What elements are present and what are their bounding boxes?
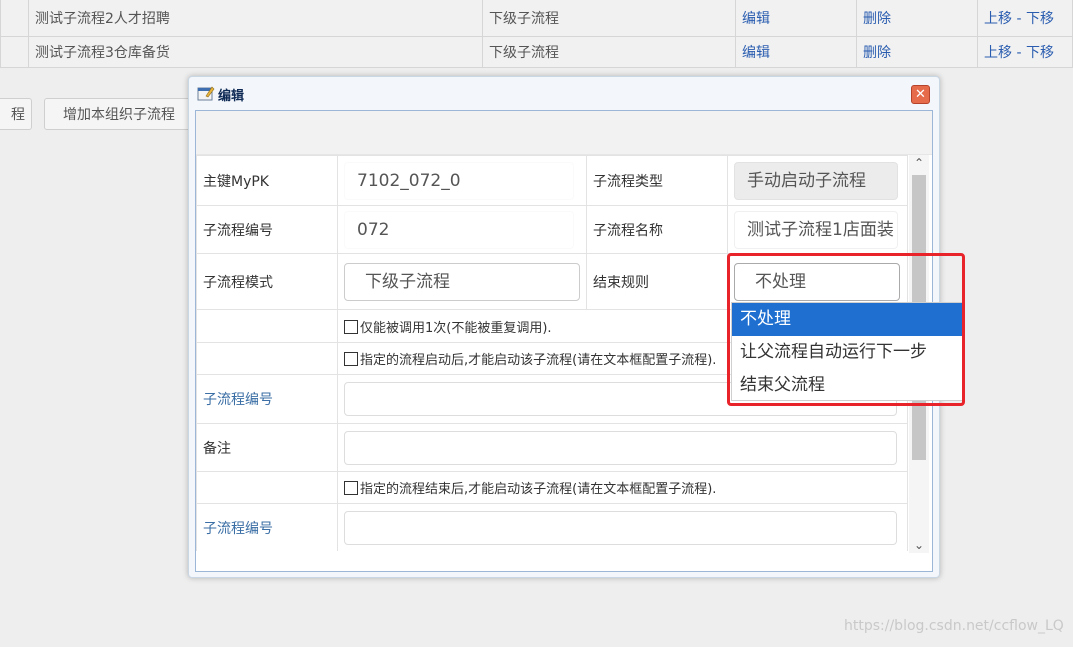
start-subflow-no-label: 子流程编号 — [196, 374, 338, 424]
row-name-cell: 测试子流程3仓库备货 — [28, 36, 483, 68]
row-index-cell — [0, 0, 29, 37]
empty-label — [196, 471, 338, 504]
mypk-field[interactable]: 7102_072_0 — [344, 161, 574, 200]
row-index-cell — [0, 36, 29, 68]
watermark: https://blog.csdn.net/ccflow_LQ — [844, 618, 1064, 634]
row-mode-cell: 下级子流程 — [482, 0, 736, 37]
add-org-subflow-button[interactable]: 增加本组织子流程 — [44, 98, 204, 130]
subflow-list-table: 测试子流程2人才招聘 下级子流程 编辑 删除 上移 - 下移 测试子流程3仓库备… — [0, 0, 1073, 68]
end-rule-dropdown-list: 不处理 让父流程自动运行下一步 结束父流程 — [731, 302, 963, 401]
form-row: 备注 — [196, 423, 908, 472]
end-subflow-no-label: 子流程编号 — [196, 503, 338, 551]
once-checkbox-label: 仅能被调用1次(不能被重复调用). — [360, 320, 552, 336]
row-mode-cell: 下级子流程 — [482, 36, 736, 68]
close-icon[interactable]: ✕ — [911, 85, 930, 104]
move-up-link[interactable]: 上移 — [984, 45, 1012, 61]
end-rule-label: 结束规则 — [586, 253, 728, 310]
empty-label — [196, 342, 338, 375]
form-row: 子流程编号 — [196, 503, 908, 551]
edit-link[interactable]: 编辑 — [735, 0, 857, 37]
subflow-no-field[interactable]: 072 — [344, 210, 574, 249]
subflow-mode-label: 子流程模式 — [196, 253, 338, 310]
form-row: 主键MyPK 7102_072_0 子流程类型 手动启动子流程 — [196, 155, 908, 206]
subflow-name-label: 子流程名称 — [586, 205, 728, 254]
end-rule-select[interactable]: 不处理 — [734, 262, 900, 301]
dialog-title: 编辑 — [218, 89, 245, 104]
move-down-link[interactable]: 下移 — [1026, 11, 1054, 27]
move-separator: - — [1016, 11, 1022, 27]
subflow-name-field[interactable]: 测试子流程1店面装 — [734, 210, 898, 249]
dropdown-option[interactable]: 结束父流程 — [732, 369, 962, 402]
dropdown-option[interactable]: 不处理 — [732, 303, 962, 336]
subflow-no-label: 子流程编号 — [196, 205, 338, 254]
edit-link[interactable]: 编辑 — [735, 36, 857, 68]
remark-input[interactable] — [344, 430, 897, 465]
form-row: 指定的流程结束后,才能启动该子流程(请在文本框配置子流程). — [196, 471, 908, 504]
mypk-label: 主键MyPK — [196, 155, 338, 206]
add-subflow-button[interactable]: 程 — [0, 98, 32, 130]
move-cell: 上移 - 下移 — [977, 0, 1073, 37]
start-after-checkbox-label: 指定的流程启动后,才能启动该子流程(请在文本框配置子流程). — [360, 353, 717, 368]
dialog-titlebar[interactable]: 编辑 ✕ — [189, 77, 939, 111]
remark-label: 备注 — [196, 423, 338, 472]
row-name-cell: 测试子流程2人才招聘 — [28, 0, 483, 37]
subflow-type-field[interactable]: 手动启动子流程 — [734, 161, 898, 200]
form-row: 子流程编号 072 子流程名称 测试子流程1店面装 — [196, 205, 908, 254]
start-after-checkbox[interactable] — [344, 352, 358, 366]
move-separator: - — [1016, 45, 1022, 61]
move-cell: 上移 - 下移 — [977, 36, 1073, 68]
scroll-down-icon[interactable]: ⌄ — [909, 537, 929, 553]
end-subflow-no-input[interactable] — [344, 511, 897, 545]
dropdown-option[interactable]: 让父流程自动运行下一步 — [732, 336, 962, 369]
table-row: 测试子流程3仓库备货 下级子流程 编辑 删除 上移 - 下移 — [0, 36, 1073, 68]
end-after-checkbox[interactable] — [344, 481, 358, 495]
edit-window-icon — [197, 86, 215, 101]
delete-link[interactable]: 删除 — [856, 0, 978, 37]
subflow-mode-select[interactable]: 下级子流程 — [344, 262, 580, 301]
move-up-link[interactable]: 上移 — [984, 11, 1012, 27]
end-after-checkbox-label: 指定的流程结束后,才能启动该子流程(请在文本框配置子流程). — [360, 482, 717, 497]
once-checkbox[interactable] — [344, 319, 358, 334]
scroll-up-icon[interactable]: ⌃ — [909, 155, 929, 171]
delete-link[interactable]: 删除 — [856, 36, 978, 68]
table-row: 测试子流程2人才招聘 下级子流程 编辑 删除 上移 - 下移 — [0, 0, 1073, 37]
dialog-toolbar — [196, 111, 932, 155]
empty-label — [196, 309, 338, 343]
type-label: 子流程类型 — [586, 155, 728, 206]
move-down-link[interactable]: 下移 — [1026, 45, 1054, 61]
